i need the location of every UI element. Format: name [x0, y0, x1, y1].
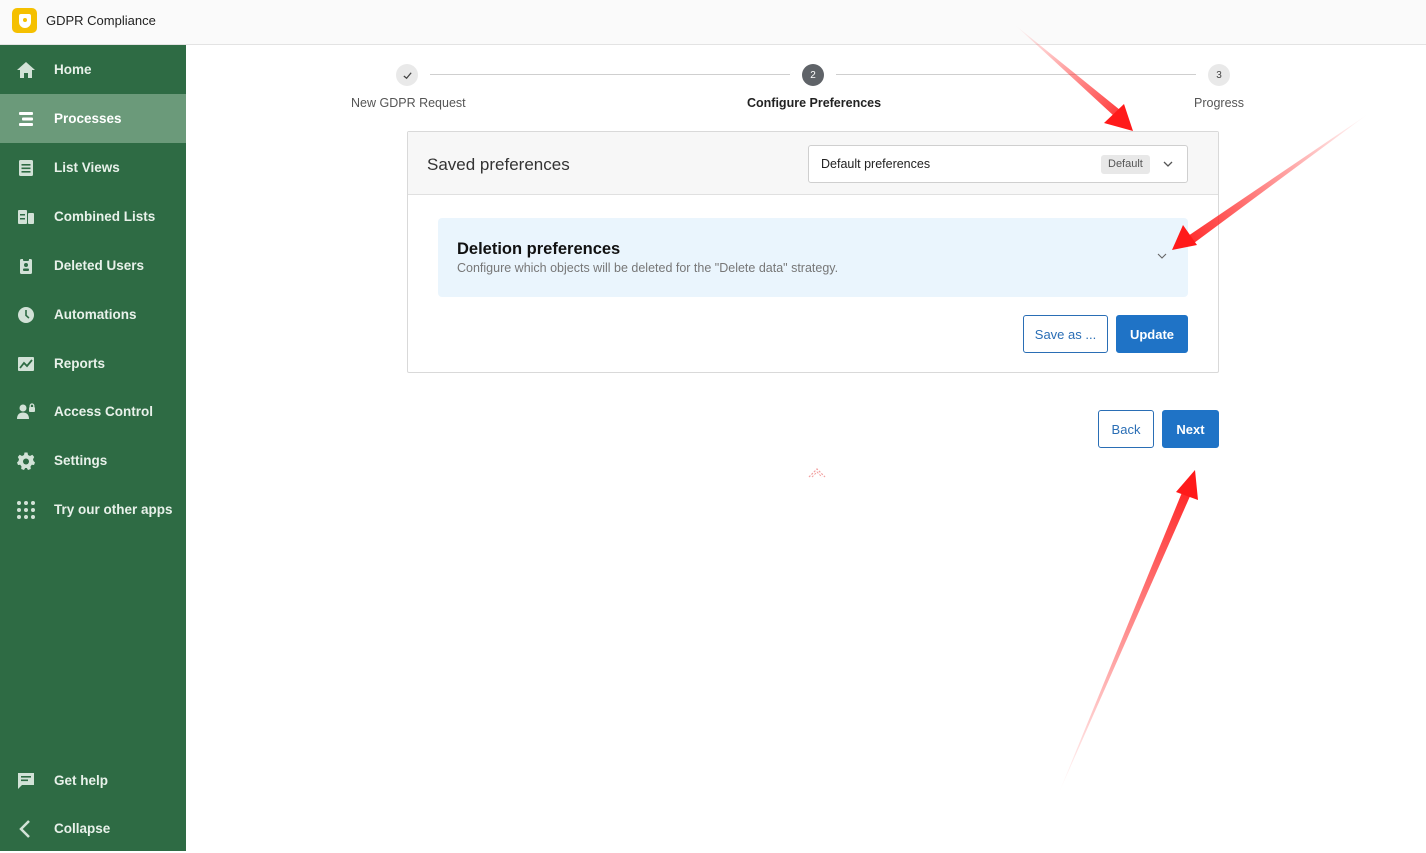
step-1-indicator	[396, 64, 418, 86]
loading-spinner-icon	[808, 468, 826, 478]
home-icon	[16, 60, 36, 80]
sidebar-item-label: Combined Lists	[54, 209, 156, 224]
sidebar-item-home[interactable]: Home	[0, 45, 186, 94]
sidebar-item-label: List Views	[54, 160, 120, 175]
sidebar-item-get-help[interactable]: Get help	[0, 756, 186, 805]
saved-preferences-title: Saved preferences	[427, 155, 570, 174]
arrow-to-next	[1058, 470, 1198, 795]
app-title: GDPR Compliance	[46, 13, 156, 28]
deletion-preferences-description: Configure which objects will be deleted …	[457, 261, 839, 275]
sidebar-item-label: Reports	[54, 356, 106, 371]
sidebar-item-label: Deleted Users	[54, 258, 145, 273]
gear-icon	[16, 451, 36, 471]
step-connector	[836, 74, 1196, 75]
save-as-button[interactable]: Save as ...	[1023, 315, 1108, 353]
processes-icon	[16, 109, 36, 129]
sidebar-item-label: Settings	[54, 453, 108, 468]
sidebar-item-label: Get help	[54, 773, 109, 788]
select-value: Default preferences	[821, 157, 931, 171]
sidebar-item-label: Try our other apps	[54, 502, 173, 517]
step-3-indicator: 3	[1208, 64, 1230, 86]
sidebar-item-other-apps[interactable]: Try our other apps	[0, 485, 186, 534]
saved-preferences-select[interactable]: Default preferences Default	[808, 145, 1188, 183]
default-badge: Default	[1101, 155, 1150, 174]
chevron-down-icon	[1163, 161, 1173, 167]
sidebar-item-access-control[interactable]: Access Control	[0, 387, 186, 436]
apps-grid-icon	[16, 500, 36, 520]
preferences-card: Saved preferences Default preferences De…	[407, 131, 1219, 373]
sidebar-item-processes[interactable]: Processes	[0, 94, 186, 143]
sidebar-item-reports[interactable]: Reports	[0, 339, 186, 388]
sidebar-item-label: Home	[54, 62, 92, 77]
sidebar-item-automations[interactable]: Automations	[0, 290, 186, 339]
update-button[interactable]: Update	[1116, 315, 1188, 353]
chevron-left-icon	[16, 819, 36, 839]
card-header: Saved preferences Default preferences De…	[408, 132, 1218, 195]
sidebar-item-label: Processes	[54, 111, 122, 126]
deletion-preferences-panel[interactable]: Deletion preferences Configure which obj…	[438, 218, 1188, 297]
clock-icon	[16, 305, 36, 325]
help-chat-icon	[16, 771, 36, 791]
top-bar: GDPR Compliance	[0, 0, 1426, 45]
step-connector	[430, 74, 790, 75]
deletion-preferences-title: Deletion preferences	[457, 240, 621, 258]
app-logo-icon	[12, 8, 37, 33]
sidebar-item-list-views[interactable]: List Views	[0, 143, 186, 192]
checkmark-icon	[402, 71, 412, 79]
sidebar-item-deleted-users[interactable]: Deleted Users	[0, 241, 186, 290]
sidebar-item-settings[interactable]: Settings	[0, 436, 186, 485]
access-control-icon	[16, 402, 36, 422]
sidebar: Home Processes List Views Combined Lists…	[0, 45, 186, 851]
deleted-users-icon	[16, 256, 36, 276]
sidebar-item-label: Collapse	[54, 821, 111, 836]
sidebar-item-combined-lists[interactable]: Combined Lists	[0, 192, 186, 241]
sidebar-item-label: Access Control	[54, 404, 154, 419]
step-1-label: New GDPR Request	[351, 96, 466, 110]
list-views-icon	[16, 158, 36, 178]
reports-icon	[16, 354, 36, 374]
next-button[interactable]: Next	[1162, 410, 1219, 448]
step-2-indicator: 2	[802, 64, 824, 86]
combined-lists-icon	[16, 207, 36, 227]
sidebar-item-label: Automations	[54, 307, 137, 322]
chevron-down-icon[interactable]	[1156, 250, 1168, 262]
step-3-label: Progress	[1194, 96, 1245, 110]
step-2-label: Configure Preferences	[747, 96, 882, 110]
sidebar-collapse-button[interactable]: Collapse	[0, 804, 186, 853]
back-button[interactable]: Back	[1098, 410, 1154, 448]
